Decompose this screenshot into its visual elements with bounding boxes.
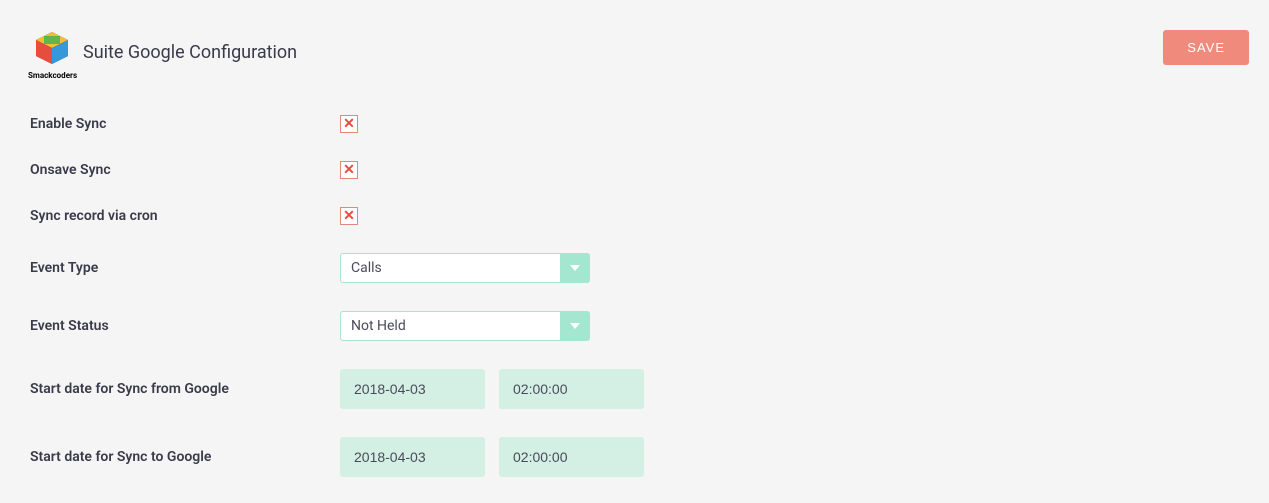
time-from-google[interactable] [499,369,644,409]
label-start-from-google: Start date for Sync from Google [30,381,340,397]
label-sync-cron: Sync record via cron [30,208,340,224]
date-to-google[interactable] [340,437,485,477]
x-icon: ✕ [343,209,355,223]
row-start-from-google: Start date for Sync from Google [30,369,1239,409]
save-button[interactable]: SAVE [1163,30,1249,65]
checkbox-sync-cron[interactable]: ✕ [340,207,358,225]
date-from-google[interactable] [340,369,485,409]
select-event-status-value: Not Held [340,311,560,341]
select-event-type[interactable]: Calls [340,253,590,283]
header: Smackcoders Suite Google Configuration S… [0,0,1269,85]
datetime-to-google [340,437,644,477]
x-icon: ✕ [343,117,355,131]
row-enable-sync: Enable Sync ✕ [30,115,1239,133]
checkbox-enable-sync[interactable]: ✕ [340,115,358,133]
row-event-status: Event Status Not Held [30,311,1239,341]
datetime-from-google [340,369,644,409]
logo-text: Smackcoders [28,71,77,80]
row-start-to-google: Start date for Sync to Google [30,437,1239,477]
label-event-type: Event Type [30,260,340,276]
label-event-status: Event Status [30,318,340,334]
chevron-down-icon [560,253,590,283]
chevron-down-icon [560,311,590,341]
page-title: Suite Google Configuration [83,42,297,63]
form-content: Enable Sync ✕ Onsave Sync ✕ Sync record … [0,85,1269,477]
row-onsave-sync: Onsave Sync ✕ [30,161,1239,179]
time-to-google[interactable] [499,437,644,477]
label-enable-sync: Enable Sync [30,116,340,132]
label-onsave-sync: Onsave Sync [30,162,340,178]
select-event-status[interactable]: Not Held [340,311,590,341]
x-icon: ✕ [343,163,355,177]
row-sync-cron: Sync record via cron ✕ [30,207,1239,225]
select-event-type-value: Calls [340,253,560,283]
row-event-type: Event Type Calls [30,253,1239,283]
checkbox-onsave-sync[interactable]: ✕ [340,161,358,179]
label-start-to-google: Start date for Sync to Google [30,449,340,465]
logo: Smackcoders [30,30,75,75]
